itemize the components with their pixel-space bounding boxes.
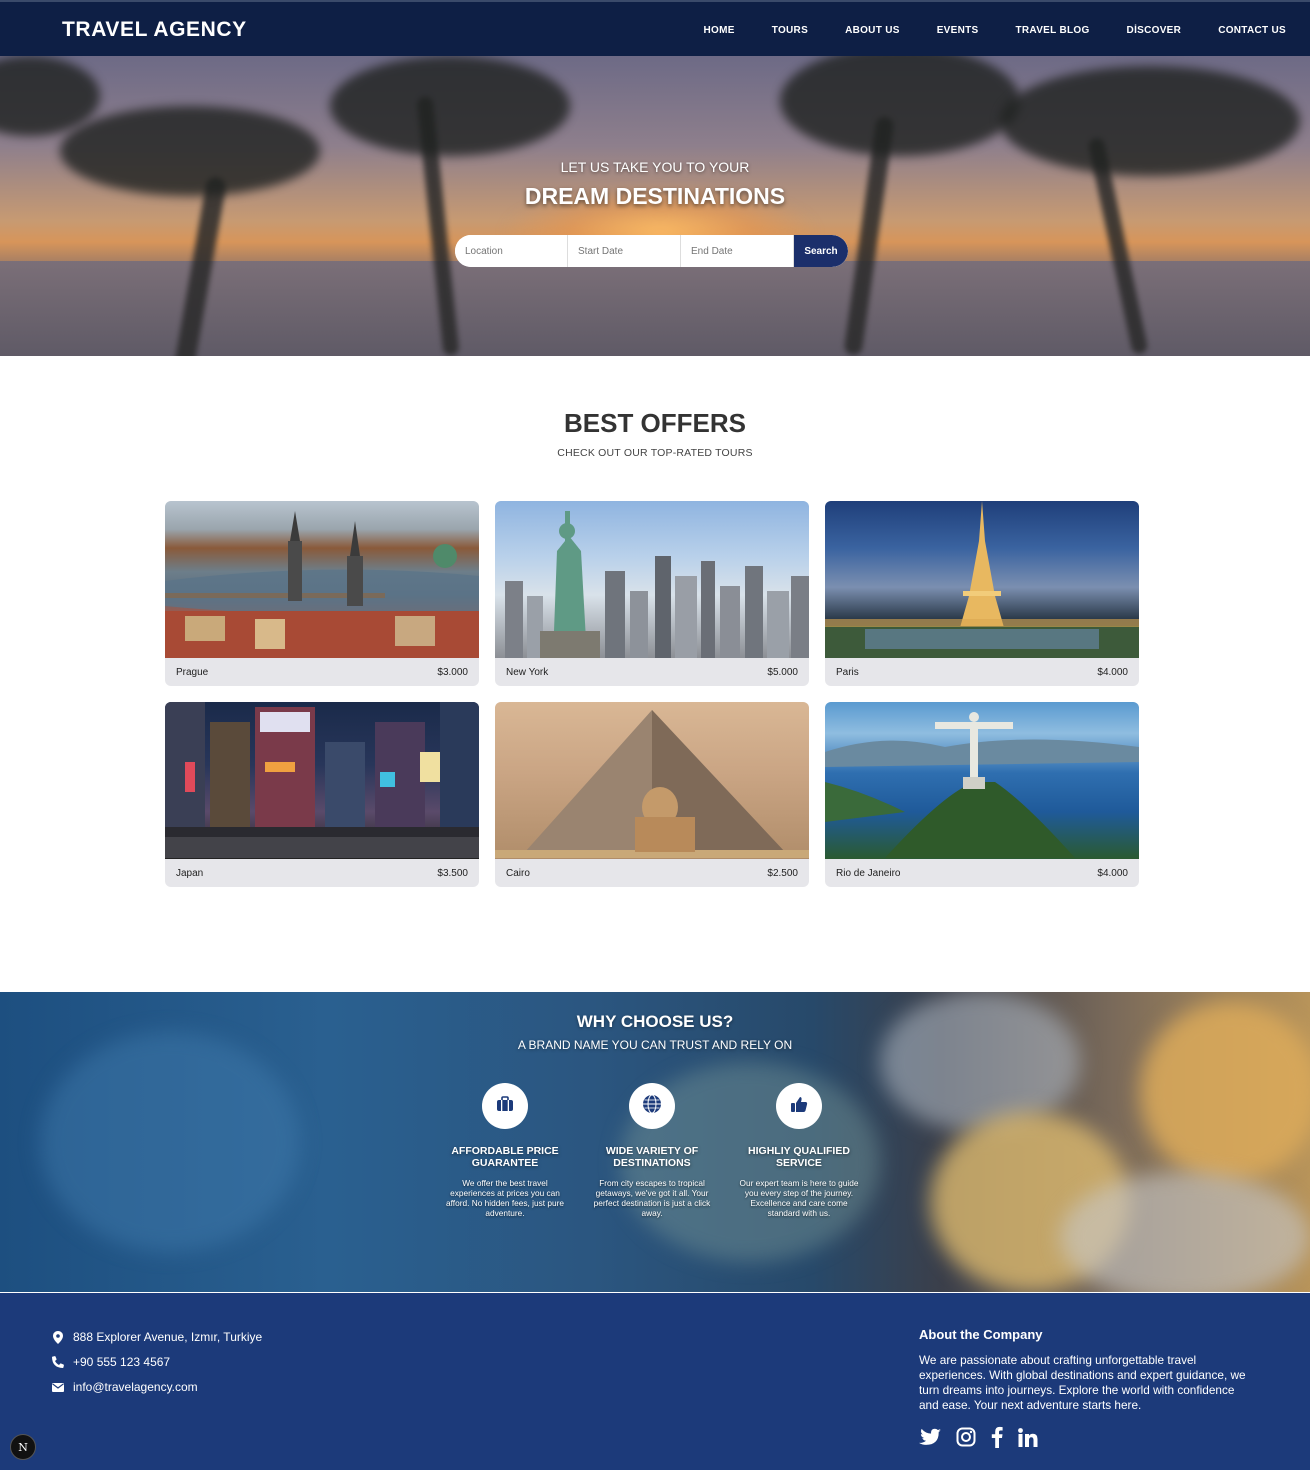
feature-qualified-service: HIGHLIY QUALIFIED SERVICE Our expert tea… xyxy=(739,1083,859,1218)
briefcase-icon xyxy=(496,1095,514,1118)
feature-wide-variety: WIDE VARIETY OF DESTINATIONS From city e… xyxy=(592,1083,712,1218)
paris-scene xyxy=(825,501,1139,658)
offer-card-paris[interactable]: Paris $4.000 xyxy=(825,501,1139,686)
phone-icon xyxy=(51,1355,65,1369)
feature-title: WIDE VARIETY OF DESTINATIONS xyxy=(605,1145,699,1169)
email-text[interactable]: info@travelagency.com xyxy=(73,1380,198,1394)
hero-content: LET US TAKE YOU TO YOUR DREAM DESTINATIO… xyxy=(0,56,1310,356)
footer-phone: +90 555 123 4567 xyxy=(51,1355,170,1369)
offer-name: Prague xyxy=(176,666,209,678)
offer-price: $4.000 xyxy=(1097,867,1128,879)
feature-title: HIGHLIY QUALIFIED SERVICE xyxy=(748,1145,850,1169)
nav-about-us[interactable]: ABOUT US xyxy=(845,25,900,36)
feature-icon-circle xyxy=(629,1083,675,1129)
twitter-icon[interactable] xyxy=(919,1428,941,1447)
location-input[interactable] xyxy=(455,235,568,267)
end-date-input[interactable] xyxy=(681,235,794,267)
nav-events[interactable]: EVENTS xyxy=(937,25,979,36)
offer-card-new-york[interactable]: New York $5.000 xyxy=(495,501,809,686)
offer-name: Rio de Janeiro xyxy=(836,867,901,879)
linkedin-icon[interactable] xyxy=(1018,1427,1038,1447)
phone-text[interactable]: +90 555 123 4567 xyxy=(73,1355,170,1369)
offer-name: New York xyxy=(506,666,549,678)
why-title: WHY CHOOSE US? xyxy=(576,1012,734,1031)
offer-caption: Rio de Janeiro $4.000 xyxy=(825,859,1139,887)
offer-card-japan[interactable]: Japan $3.500 xyxy=(165,702,479,887)
offer-name: Japan xyxy=(176,867,204,879)
offer-card-cairo[interactable]: Cairo $2.500 xyxy=(495,702,809,887)
offer-price: $3.500 xyxy=(437,867,468,879)
offer-caption: Japan $3.500 xyxy=(165,859,479,887)
offer-caption: Cairo $2.500 xyxy=(495,859,809,887)
about-title: About the Company xyxy=(919,1327,1043,1342)
dev-badge[interactable]: N xyxy=(10,1434,36,1460)
facebook-icon[interactable] xyxy=(991,1426,1003,1448)
offers-title: BEST OFFERS xyxy=(563,408,746,438)
offer-caption: Paris $4.000 xyxy=(825,658,1139,686)
japan-photo xyxy=(165,702,479,859)
offer-card-prague[interactable]: Prague $3.000 xyxy=(165,501,479,686)
rio-photo xyxy=(825,702,1139,859)
water-blur xyxy=(40,1032,300,1252)
coral-blur xyxy=(1060,1172,1310,1292)
offer-price: $3.000 xyxy=(437,666,468,678)
offer-caption: Prague $3.000 xyxy=(165,658,479,686)
footer-address: 888 Explorer Avenue, Izmır, Turkiye xyxy=(51,1330,262,1344)
cairo-scene xyxy=(495,710,809,858)
offer-price: $4.000 xyxy=(1097,666,1128,678)
new-york-photo xyxy=(495,501,809,658)
nav-tours[interactable]: TOURS xyxy=(772,25,808,36)
new-york-scene xyxy=(505,511,809,658)
start-date-input[interactable] xyxy=(568,235,681,267)
feature-title: AFFORDABLE PRICE GUARANTEE xyxy=(451,1145,559,1169)
offer-name: Cairo xyxy=(506,867,530,879)
paris-photo xyxy=(825,501,1139,658)
prague-scene xyxy=(165,511,479,658)
offer-card-rio[interactable]: Rio de Janeiro $4.000 xyxy=(825,702,1139,887)
offer-caption: New York $5.000 xyxy=(495,658,809,686)
why-subtitle: A BRAND NAME YOU CAN TRUST AND RELY ON xyxy=(517,1038,793,1052)
rio-scene xyxy=(825,712,1139,858)
offers-subtitle: CHECK OUT OUR TOP-RATED TOURS xyxy=(557,447,753,459)
nav-links: HOME TOURS ABOUT US EVENTS TRAVEL BLOG D… xyxy=(667,2,1286,58)
hero-banner: LET US TAKE YOU TO YOUR DREAM DESTINATIO… xyxy=(0,56,1310,356)
envelope-icon xyxy=(51,1380,65,1394)
offer-price: $2.500 xyxy=(767,867,798,879)
brand-logo[interactable]: TRAVEL AGENCY xyxy=(62,18,247,42)
cairo-photo xyxy=(495,702,809,859)
feature-icon-circle xyxy=(482,1083,528,1129)
prague-photo xyxy=(165,501,479,658)
address-text: 888 Explorer Avenue, Izmır, Turkiye xyxy=(73,1330,263,1344)
search-button[interactable]: Search xyxy=(794,235,848,267)
thumbs-up-icon xyxy=(790,1095,808,1118)
feature-icon-circle xyxy=(776,1083,822,1129)
globe-icon xyxy=(642,1094,662,1119)
social-links xyxy=(919,1426,1053,1448)
map-pin-icon xyxy=(51,1330,65,1344)
feature-description: We offer the best travel experiences at … xyxy=(446,1178,564,1218)
feature-affordable-price: AFFORDABLE PRICE GUARANTEE We offer the … xyxy=(445,1083,565,1218)
why-choose-us-section: WHY CHOOSE US? A BRAND NAME YOU CAN TRUS… xyxy=(0,992,1310,1292)
footer: 888 Explorer Avenue, Izmır, Turkiye +90 … xyxy=(0,1293,1310,1470)
top-navbar: TRAVEL AGENCY HOME TOURS ABOUT US EVENTS… xyxy=(0,0,1310,56)
hero-title: DREAM DESTINATIONS xyxy=(524,183,786,209)
offer-price: $5.000 xyxy=(767,666,798,678)
about-text: We are passionate about crafting unforge… xyxy=(919,1353,1246,1412)
nav-travel-blog[interactable]: TRAVEL BLOG xyxy=(1016,25,1090,36)
feature-description: Our expert team is here to guide you eve… xyxy=(739,1178,859,1218)
search-bar: Search xyxy=(455,235,848,267)
japan-scene xyxy=(165,702,479,858)
nav-home[interactable]: HOME xyxy=(704,25,735,36)
instagram-icon[interactable] xyxy=(956,1427,976,1447)
footer-email: info@travelagency.com xyxy=(51,1380,198,1394)
hero-subtitle: LET US TAKE YOU TO YOUR xyxy=(560,159,750,175)
nav-contact-us[interactable]: CONTACT US xyxy=(1218,25,1286,36)
offer-name: Paris xyxy=(836,666,859,678)
nav-discover[interactable]: DİSCOVER xyxy=(1127,25,1182,36)
feature-description: From city escapes to tropical getaways, … xyxy=(593,1178,711,1218)
